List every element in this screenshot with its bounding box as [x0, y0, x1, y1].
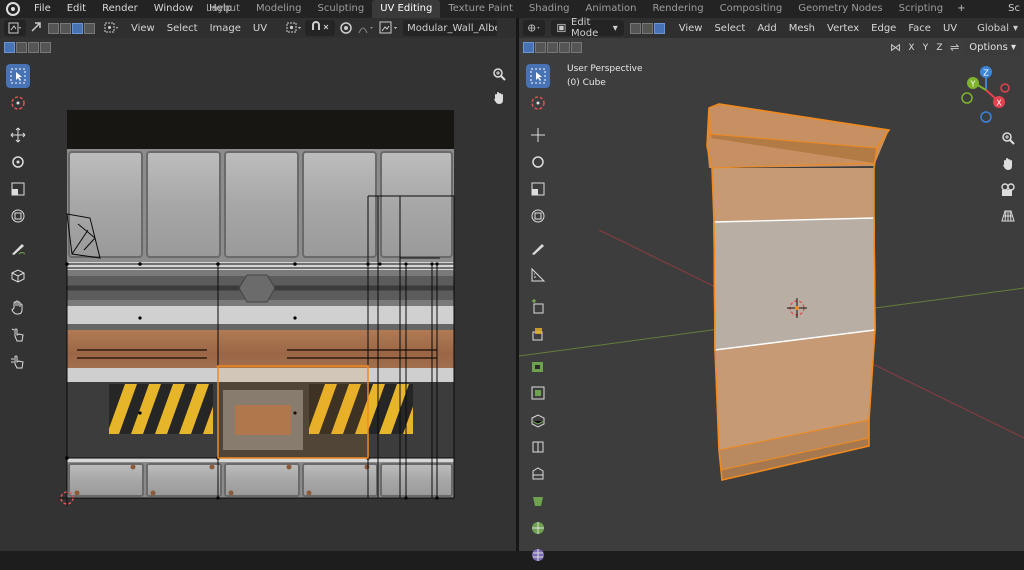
perspective-toggle-icon[interactable] — [998, 206, 1018, 226]
tab-layout[interactable]: Layout — [198, 0, 248, 18]
workspace-tabs: Layout Modeling Sculpting UV Editing Tex… — [198, 0, 972, 18]
bevel-tool-icon[interactable] — [526, 381, 550, 405]
viewport-scene — [519, 103, 1024, 481]
tab-texture-paint[interactable]: Texture Paint — [440, 0, 521, 18]
zoom-icon[interactable] — [998, 128, 1018, 148]
tab-rendering[interactable]: Rendering — [645, 0, 712, 18]
loop-cut-tool-icon[interactable] — [526, 408, 550, 432]
selected-uv-face[interactable] — [217, 365, 369, 459]
3d-viewport: Edit Mode ▾ View Select Add Mesh Vertex … — [519, 17, 1024, 561]
uv-2d-cursor-icon[interactable] — [59, 490, 75, 506]
gizmo-neg-x[interactable] — [1000, 83, 1010, 93]
knife-tool-icon[interactable] — [526, 435, 550, 459]
add-workspace-button[interactable]: + — [951, 0, 971, 18]
perspective-label: User Perspective — [567, 64, 643, 74]
tab-sculpting[interactable]: Sculpting — [310, 0, 373, 18]
scene-selector[interactable]: Sc — [1008, 0, 1020, 18]
navigation-gizmo[interactable]: Z X Y — [959, 62, 1021, 124]
object-label: (0) Cube — [567, 78, 606, 88]
rotate-tool-icon[interactable] — [526, 150, 550, 174]
measure-tool-icon[interactable] — [526, 263, 550, 287]
selected-mesh-face[interactable] — [713, 217, 876, 351]
mesh-object-cube[interactable] — [706, 103, 891, 481]
tab-scripting[interactable]: Scripting — [891, 0, 951, 18]
inset-tool-icon[interactable] — [526, 354, 550, 378]
extrude-tool-icon[interactable] — [526, 322, 550, 346]
scale-tool-icon[interactable] — [526, 177, 550, 201]
gizmo-x-label: X — [996, 99, 1002, 108]
blender-logo-icon[interactable] — [6, 2, 20, 16]
tab-modeling[interactable]: Modeling — [248, 0, 310, 18]
camera-view-icon[interactable] — [998, 180, 1018, 200]
viewport-navigation — [998, 128, 1020, 226]
add-cube-tool-icon[interactable] — [526, 295, 550, 319]
menu-edit[interactable]: Edit — [59, 0, 94, 18]
gizmo-neg-y[interactable] — [961, 92, 973, 104]
tab-compositing[interactable]: Compositing — [712, 0, 791, 18]
menu-render[interactable]: Render — [94, 0, 146, 18]
cursor-tool-icon[interactable] — [526, 91, 550, 115]
spin-tool-icon[interactable] — [526, 489, 550, 513]
gizmo-neg-z[interactable] — [980, 111, 992, 123]
top-bar: File Edit Render Window Help Layout Mode… — [0, 0, 1024, 18]
uv-wireframe-overlay — [59, 195, 455, 506]
select-box-tool-icon[interactable] — [526, 64, 550, 88]
uv-editor: View Select Image UV Modular_Wall_Albedo… — [0, 18, 516, 551]
gizmo-z-label: Z — [983, 69, 989, 78]
menu-window[interactable]: Window — [146, 0, 201, 18]
tab-shading[interactable]: Shading — [521, 0, 578, 18]
gizmo-y-label: Y — [970, 80, 976, 89]
pan-hand-icon[interactable] — [998, 154, 1018, 174]
poly-build-tool-icon[interactable] — [526, 462, 550, 486]
shear-tool-icon[interactable] — [526, 543, 550, 567]
viewport-info-overlay: User Perspective (0) Cube — [567, 62, 643, 90]
move-tool-icon[interactable] — [526, 123, 550, 147]
annotate-tool-icon[interactable] — [526, 236, 550, 260]
viewport-toolbar — [526, 64, 552, 570]
smooth-tool-icon[interactable] — [526, 516, 550, 540]
tab-animation[interactable]: Animation — [578, 0, 645, 18]
menu-file[interactable]: File — [26, 0, 59, 18]
tab-geometry-nodes[interactable]: Geometry Nodes — [790, 0, 890, 18]
transform-tool-icon[interactable] — [526, 204, 550, 228]
tab-uv-editing[interactable]: UV Editing — [372, 0, 441, 18]
